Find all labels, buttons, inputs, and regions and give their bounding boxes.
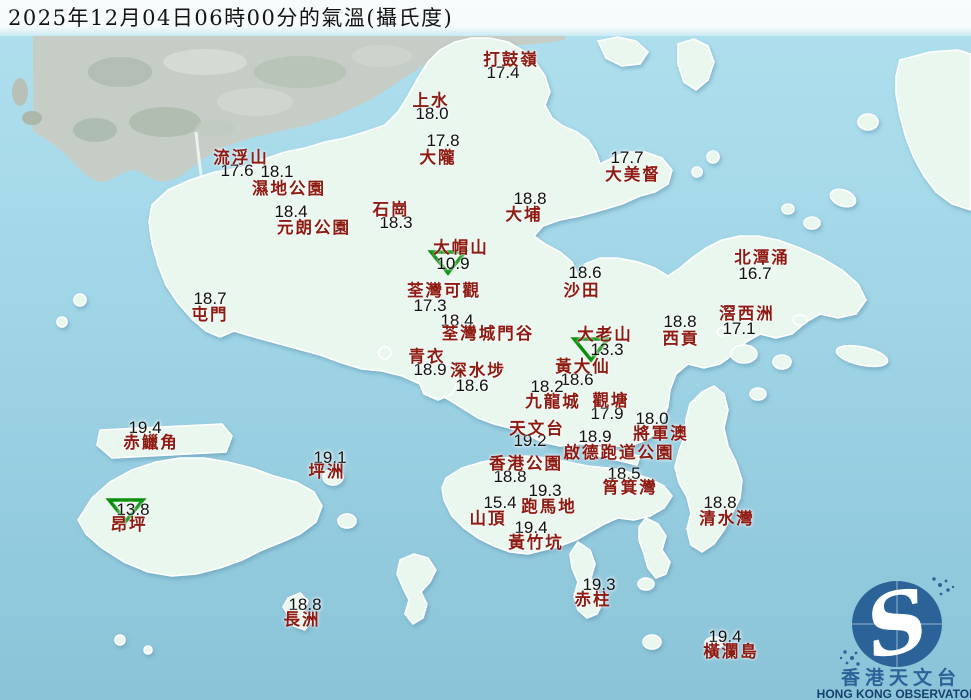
island <box>749 387 767 401</box>
island <box>56 316 68 328</box>
island <box>781 203 795 215</box>
island <box>716 327 728 337</box>
title-band: 2025年12月04日06時00分的氣溫(攝氏度) <box>0 0 971 36</box>
island <box>803 216 821 230</box>
ma-wan-island <box>378 346 392 360</box>
island <box>704 636 724 650</box>
island <box>114 634 126 646</box>
temperature-map-screen: S 香港天文台 HONG KONG OBSERVATORY 17.4 打鼓嶺 18.… <box>0 0 971 700</box>
map-title: 2025年12月04日06時00分的氣溫(攝氏度) <box>8 6 454 30</box>
island <box>706 150 720 164</box>
logo-name-en: HONG KONG OBSERVATORY <box>817 687 971 700</box>
airport-island <box>96 423 233 459</box>
island <box>772 354 792 370</box>
island <box>642 634 662 650</box>
island <box>73 293 87 307</box>
island <box>857 113 879 131</box>
island <box>792 314 808 326</box>
hei-ling-chau-island <box>337 513 357 529</box>
logo-name-cn: 香港天文台 <box>840 666 961 689</box>
tsing-yi-island <box>417 359 459 401</box>
peng-chau-island <box>322 468 344 486</box>
kau-sai-chau-island <box>730 344 758 364</box>
hong-kong-map: S 香港天文台 HONG KONG OBSERVATORY <box>0 0 971 700</box>
island <box>691 166 703 178</box>
island <box>637 577 655 591</box>
island <box>143 645 153 655</box>
